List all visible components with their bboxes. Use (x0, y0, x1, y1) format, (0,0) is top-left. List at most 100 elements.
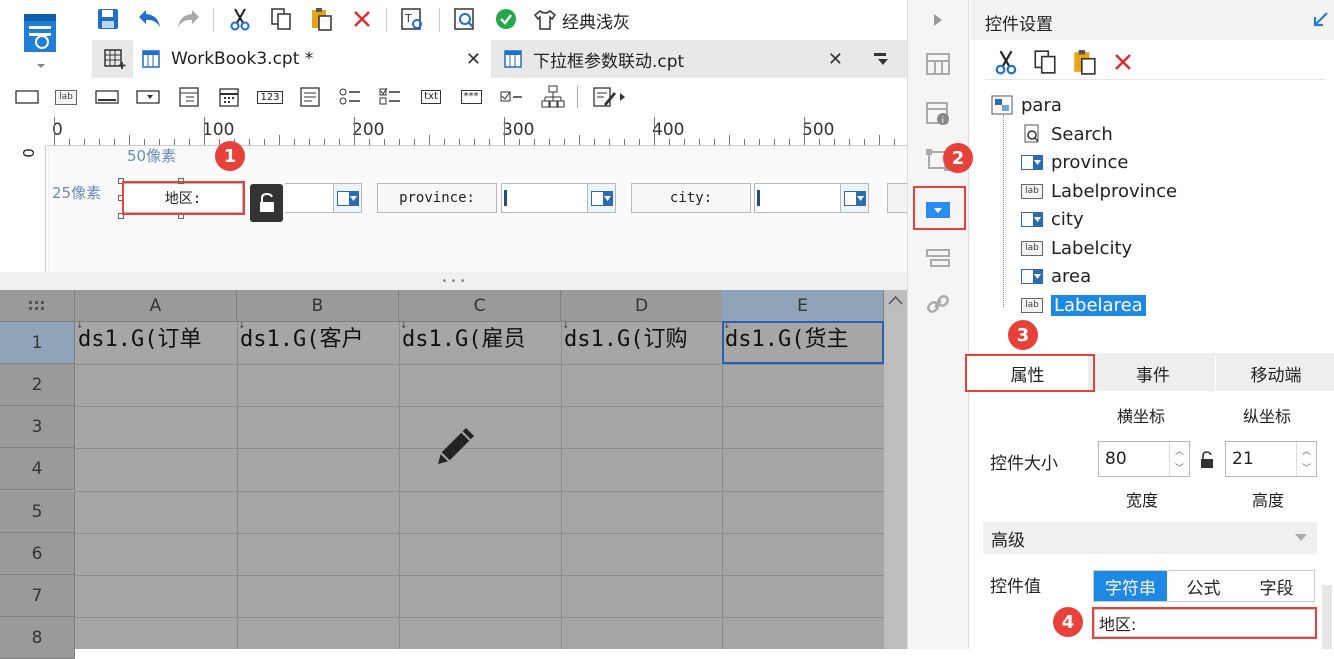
link-icon[interactable] (920, 286, 956, 322)
spin-down-icon[interactable]: ﹀ (1302, 461, 1311, 474)
tree-item-area[interactable]: area (1020, 263, 1091, 289)
province-label-widget[interactable]: province: (377, 183, 497, 213)
spin-up-icon[interactable]: ︿ (1302, 444, 1311, 457)
value-tab-0[interactable]: 字符串 (1094, 571, 1167, 601)
edit-more-icon[interactable] (590, 86, 630, 108)
spin-down-icon[interactable]: ﹀ (1175, 461, 1184, 474)
row-header-4[interactable]: 4 (0, 448, 75, 490)
password-icon[interactable]: *** (458, 86, 484, 108)
tree-item-labelarea[interactable]: lab Labelarea (1020, 292, 1146, 318)
combobox-icon (1020, 267, 1044, 285)
grid-line-v (399, 322, 400, 649)
preview-search-icon[interactable] (451, 5, 479, 33)
redo-icon[interactable] (174, 5, 202, 33)
ruler-mark (819, 139, 820, 145)
value-tab-2[interactable]: 字段 (1240, 571, 1313, 601)
delete-icon[interactable] (348, 5, 376, 33)
combobox-icon[interactable] (135, 86, 161, 108)
column-header-d[interactable]: D (561, 290, 723, 322)
delete-icon[interactable] (1113, 52, 1133, 72)
tree-item-city[interactable]: city (1020, 206, 1084, 232)
chevron-down-icon (1295, 534, 1307, 541)
treecombo-icon[interactable] (176, 86, 202, 108)
txt-icon[interactable]: txt (418, 86, 444, 108)
checkbox-group-icon[interactable] (377, 86, 403, 108)
textbox-icon[interactable] (14, 86, 40, 108)
widget-info-icon[interactable]: i (920, 96, 956, 132)
row-header-2[interactable]: 2 (0, 364, 75, 406)
tab-workbook3[interactable]: WorkBook3.cpt * ✕ (133, 40, 491, 78)
height-spinner[interactable]: 21 ︿ ﹀ (1225, 441, 1317, 477)
row-header-3[interactable]: 3 (0, 406, 75, 448)
row-header-1[interactable]: 1 (0, 322, 75, 364)
horizontal-ruler: 0 100 200 300 400 500 (46, 117, 940, 146)
save-icon[interactable] (94, 5, 122, 33)
radio-group-icon[interactable] (337, 86, 363, 108)
date-icon[interactable] (216, 86, 242, 108)
value-tab-1[interactable]: 公式 (1167, 571, 1240, 601)
dropdown-icon (590, 190, 613, 206)
city-combobox[interactable] (754, 183, 869, 213)
advanced-section[interactable]: 高级 (983, 522, 1317, 554)
column-header-b[interactable]: B (237, 290, 399, 322)
textarea-icon[interactable] (297, 86, 323, 108)
tree-item-labelprovince[interactable]: lab Labelprovince (1020, 178, 1177, 204)
paste-icon[interactable] (1071, 49, 1097, 75)
row-header-8[interactable]: 8 (0, 617, 75, 659)
column-header-a[interactable]: A (75, 290, 237, 322)
row-header-7[interactable]: 7 (0, 575, 75, 617)
form-list-icon[interactable] (920, 240, 956, 276)
city-label-widget[interactable]: city: (631, 183, 751, 213)
province-combobox[interactable] (501, 183, 616, 213)
panel-scrollbar[interactable] (1322, 585, 1332, 649)
unlock-button[interactable] (250, 184, 283, 222)
expand-arrow-icon[interactable] (920, 2, 956, 38)
copy-icon[interactable] (1032, 49, 1058, 75)
property-tab-2[interactable]: 移动端 (1215, 355, 1334, 391)
row-header-6[interactable]: 6 (0, 533, 75, 575)
cell-b1[interactable]: ds1.G(客户 (238, 322, 398, 364)
tree-item-search[interactable]: Search (1020, 121, 1113, 147)
v-scrollbar[interactable] (884, 290, 907, 649)
paste-icon[interactable] (307, 5, 335, 33)
tree-item-labelcity[interactable]: lab Labelcity (1020, 235, 1132, 261)
label-icon[interactable]: lab (53, 86, 79, 108)
area-combobox[interactable] (285, 183, 362, 213)
undo-icon[interactable] (136, 5, 164, 33)
number-icon[interactable]: 123 (257, 86, 283, 108)
property-tab-1[interactable]: 事件 (1092, 355, 1213, 391)
column-header-c[interactable]: C (399, 290, 561, 322)
cell-c1[interactable]: ds1.G(雇员 (400, 322, 560, 364)
check-icon[interactable] (492, 5, 520, 33)
tree-item-province[interactable]: province (1020, 149, 1128, 175)
new-sheet-icon[interactable] (104, 49, 126, 69)
selected-cell-e1[interactable] (722, 321, 884, 364)
lock-ratio-icon[interactable] (1199, 451, 1215, 469)
collapse-panel-icon[interactable] (1311, 11, 1329, 29)
search-button-widget[interactable] (887, 183, 907, 213)
button-icon[interactable] (94, 86, 120, 108)
tree-icon[interactable] (540, 85, 566, 108)
tree-item-para[interactable]: para (990, 92, 1062, 118)
cell-d1[interactable]: ds1.G(订购 (562, 322, 722, 364)
close-icon[interactable]: ✕ (828, 49, 843, 70)
text-search-icon[interactable]: T (398, 5, 426, 33)
width-spinner[interactable]: 80 ︿ ﹀ (1098, 441, 1190, 477)
spin-up-icon[interactable]: ︿ (1175, 444, 1184, 457)
tab-dropdown-linkage[interactable]: 下拉框参数联动.cpt ✕ (495, 40, 853, 78)
pane-splitter[interactable]: • • • (0, 272, 907, 290)
layout-icon[interactable] (920, 46, 956, 82)
app-logo[interactable] (20, 8, 62, 70)
row-header-5[interactable]: 5 (0, 491, 75, 533)
grid-line-v (237, 322, 238, 649)
close-icon[interactable]: ✕ (466, 49, 481, 70)
checkbox-icon[interactable] (499, 86, 525, 108)
select-all-corner[interactable] (0, 290, 75, 322)
cell-a1[interactable]: ds1.G(订单 (76, 322, 236, 364)
theme-button[interactable]: 经典浅灰 (533, 8, 630, 33)
cut-icon[interactable] (993, 49, 1019, 75)
tab-list-icon[interactable] (872, 50, 890, 68)
column-header-e[interactable]: E (722, 290, 884, 322)
copy-icon[interactable] (267, 5, 295, 33)
cut-icon[interactable] (226, 5, 254, 33)
